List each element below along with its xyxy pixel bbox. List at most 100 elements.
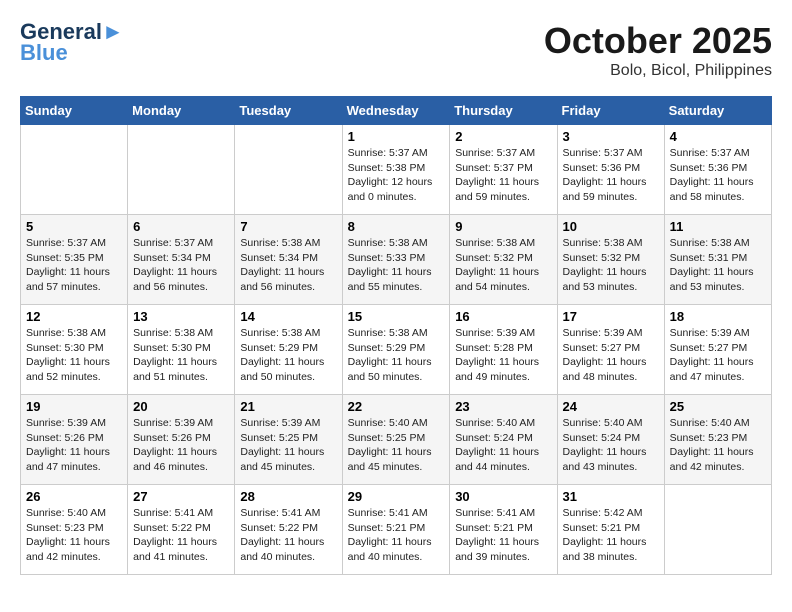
day-number: 12 bbox=[26, 309, 122, 324]
logo: General► Blue bbox=[20, 20, 124, 66]
day-info: Sunrise: 5:38 AMSunset: 5:34 PMDaylight:… bbox=[240, 236, 336, 295]
day-info: Sunrise: 5:39 AMSunset: 5:27 PMDaylight:… bbox=[563, 326, 659, 385]
calendar-cell: 29 Sunrise: 5:41 AMSunset: 5:21 PMDaylig… bbox=[342, 485, 450, 575]
calendar-cell: 10 Sunrise: 5:38 AMSunset: 5:32 PMDaylig… bbox=[557, 215, 664, 305]
calendar-cell: 18 Sunrise: 5:39 AMSunset: 5:27 PMDaylig… bbox=[664, 305, 771, 395]
day-info: Sunrise: 5:38 AMSunset: 5:30 PMDaylight:… bbox=[133, 326, 229, 385]
calendar-cell: 20 Sunrise: 5:39 AMSunset: 5:26 PMDaylig… bbox=[128, 395, 235, 485]
day-number: 20 bbox=[133, 399, 229, 414]
calendar-cell bbox=[235, 125, 342, 215]
calendar-cell: 12 Sunrise: 5:38 AMSunset: 5:30 PMDaylig… bbox=[21, 305, 128, 395]
day-info: Sunrise: 5:40 AMSunset: 5:24 PMDaylight:… bbox=[563, 416, 659, 475]
calendar-cell bbox=[128, 125, 235, 215]
weekday-header-row: SundayMondayTuesdayWednesdayThursdayFrid… bbox=[21, 97, 772, 125]
day-info: Sunrise: 5:38 AMSunset: 5:32 PMDaylight:… bbox=[563, 236, 659, 295]
calendar-cell: 3 Sunrise: 5:37 AMSunset: 5:36 PMDayligh… bbox=[557, 125, 664, 215]
day-number: 29 bbox=[348, 489, 445, 504]
calendar-week-row: 26 Sunrise: 5:40 AMSunset: 5:23 PMDaylig… bbox=[21, 485, 772, 575]
day-info: Sunrise: 5:39 AMSunset: 5:25 PMDaylight:… bbox=[240, 416, 336, 475]
day-number: 1 bbox=[348, 129, 445, 144]
day-number: 7 bbox=[240, 219, 336, 234]
day-number: 10 bbox=[563, 219, 659, 234]
day-number: 2 bbox=[455, 129, 551, 144]
calendar-cell: 13 Sunrise: 5:38 AMSunset: 5:30 PMDaylig… bbox=[128, 305, 235, 395]
calendar-cell bbox=[664, 485, 771, 575]
day-number: 14 bbox=[240, 309, 336, 324]
calendar-cell: 17 Sunrise: 5:39 AMSunset: 5:27 PMDaylig… bbox=[557, 305, 664, 395]
calendar-cell: 28 Sunrise: 5:41 AMSunset: 5:22 PMDaylig… bbox=[235, 485, 342, 575]
calendar-cell: 24 Sunrise: 5:40 AMSunset: 5:24 PMDaylig… bbox=[557, 395, 664, 485]
calendar-week-row: 5 Sunrise: 5:37 AMSunset: 5:35 PMDayligh… bbox=[21, 215, 772, 305]
weekday-header: Monday bbox=[128, 97, 235, 125]
calendar-cell: 4 Sunrise: 5:37 AMSunset: 5:36 PMDayligh… bbox=[664, 125, 771, 215]
calendar-cell: 19 Sunrise: 5:39 AMSunset: 5:26 PMDaylig… bbox=[21, 395, 128, 485]
calendar-cell: 27 Sunrise: 5:41 AMSunset: 5:22 PMDaylig… bbox=[128, 485, 235, 575]
day-info: Sunrise: 5:39 AMSunset: 5:27 PMDaylight:… bbox=[670, 326, 766, 385]
day-info: Sunrise: 5:40 AMSunset: 5:23 PMDaylight:… bbox=[670, 416, 766, 475]
day-info: Sunrise: 5:37 AMSunset: 5:34 PMDaylight:… bbox=[133, 236, 229, 295]
calendar-cell: 23 Sunrise: 5:40 AMSunset: 5:24 PMDaylig… bbox=[450, 395, 557, 485]
weekday-header: Friday bbox=[557, 97, 664, 125]
day-number: 6 bbox=[133, 219, 229, 234]
calendar-cell: 1 Sunrise: 5:37 AMSunset: 5:38 PMDayligh… bbox=[342, 125, 450, 215]
calendar-cell: 6 Sunrise: 5:37 AMSunset: 5:34 PMDayligh… bbox=[128, 215, 235, 305]
day-number: 9 bbox=[455, 219, 551, 234]
calendar-cell: 9 Sunrise: 5:38 AMSunset: 5:32 PMDayligh… bbox=[450, 215, 557, 305]
calendar-cell: 2 Sunrise: 5:37 AMSunset: 5:37 PMDayligh… bbox=[450, 125, 557, 215]
day-info: Sunrise: 5:37 AMSunset: 5:38 PMDaylight:… bbox=[348, 146, 445, 205]
day-info: Sunrise: 5:41 AMSunset: 5:22 PMDaylight:… bbox=[240, 506, 336, 565]
weekday-header: Thursday bbox=[450, 97, 557, 125]
calendar-cell: 31 Sunrise: 5:42 AMSunset: 5:21 PMDaylig… bbox=[557, 485, 664, 575]
day-number: 11 bbox=[670, 219, 766, 234]
calendar-cell: 26 Sunrise: 5:40 AMSunset: 5:23 PMDaylig… bbox=[21, 485, 128, 575]
calendar-cell: 5 Sunrise: 5:37 AMSunset: 5:35 PMDayligh… bbox=[21, 215, 128, 305]
day-info: Sunrise: 5:41 AMSunset: 5:22 PMDaylight:… bbox=[133, 506, 229, 565]
day-info: Sunrise: 5:37 AMSunset: 5:37 PMDaylight:… bbox=[455, 146, 551, 205]
day-info: Sunrise: 5:41 AMSunset: 5:21 PMDaylight:… bbox=[455, 506, 551, 565]
day-info: Sunrise: 5:41 AMSunset: 5:21 PMDaylight:… bbox=[348, 506, 445, 565]
title-block: October 2025 Bolo, Bicol, Philippines bbox=[544, 20, 772, 80]
day-number: 3 bbox=[563, 129, 659, 144]
month-title: October 2025 bbox=[544, 20, 772, 62]
weekday-header: Wednesday bbox=[342, 97, 450, 125]
day-number: 18 bbox=[670, 309, 766, 324]
day-number: 23 bbox=[455, 399, 551, 414]
day-info: Sunrise: 5:38 AMSunset: 5:29 PMDaylight:… bbox=[348, 326, 445, 385]
day-number: 13 bbox=[133, 309, 229, 324]
day-info: Sunrise: 5:38 AMSunset: 5:30 PMDaylight:… bbox=[26, 326, 122, 385]
day-number: 16 bbox=[455, 309, 551, 324]
day-number: 24 bbox=[563, 399, 659, 414]
day-number: 19 bbox=[26, 399, 122, 414]
day-info: Sunrise: 5:38 AMSunset: 5:29 PMDaylight:… bbox=[240, 326, 336, 385]
weekday-header: Sunday bbox=[21, 97, 128, 125]
day-number: 25 bbox=[670, 399, 766, 414]
day-number: 21 bbox=[240, 399, 336, 414]
day-info: Sunrise: 5:40 AMSunset: 5:24 PMDaylight:… bbox=[455, 416, 551, 475]
day-info: Sunrise: 5:37 AMSunset: 5:36 PMDaylight:… bbox=[670, 146, 766, 205]
calendar-cell: 25 Sunrise: 5:40 AMSunset: 5:23 PMDaylig… bbox=[664, 395, 771, 485]
day-info: Sunrise: 5:39 AMSunset: 5:26 PMDaylight:… bbox=[133, 416, 229, 475]
day-number: 4 bbox=[670, 129, 766, 144]
calendar-cell: 14 Sunrise: 5:38 AMSunset: 5:29 PMDaylig… bbox=[235, 305, 342, 395]
calendar-cell: 8 Sunrise: 5:38 AMSunset: 5:33 PMDayligh… bbox=[342, 215, 450, 305]
calendar-cell: 30 Sunrise: 5:41 AMSunset: 5:21 PMDaylig… bbox=[450, 485, 557, 575]
day-number: 30 bbox=[455, 489, 551, 504]
calendar-cell: 15 Sunrise: 5:38 AMSunset: 5:29 PMDaylig… bbox=[342, 305, 450, 395]
day-info: Sunrise: 5:39 AMSunset: 5:28 PMDaylight:… bbox=[455, 326, 551, 385]
day-info: Sunrise: 5:37 AMSunset: 5:36 PMDaylight:… bbox=[563, 146, 659, 205]
calendar-cell bbox=[21, 125, 128, 215]
day-info: Sunrise: 5:40 AMSunset: 5:23 PMDaylight:… bbox=[26, 506, 122, 565]
calendar-cell: 7 Sunrise: 5:38 AMSunset: 5:34 PMDayligh… bbox=[235, 215, 342, 305]
day-number: 22 bbox=[348, 399, 445, 414]
day-number: 28 bbox=[240, 489, 336, 504]
day-number: 31 bbox=[563, 489, 659, 504]
weekday-header: Saturday bbox=[664, 97, 771, 125]
day-number: 5 bbox=[26, 219, 122, 234]
location: Bolo, Bicol, Philippines bbox=[544, 62, 772, 80]
day-number: 15 bbox=[348, 309, 445, 324]
day-info: Sunrise: 5:37 AMSunset: 5:35 PMDaylight:… bbox=[26, 236, 122, 295]
calendar-week-row: 1 Sunrise: 5:37 AMSunset: 5:38 PMDayligh… bbox=[21, 125, 772, 215]
calendar-week-row: 12 Sunrise: 5:38 AMSunset: 5:30 PMDaylig… bbox=[21, 305, 772, 395]
calendar-cell: 21 Sunrise: 5:39 AMSunset: 5:25 PMDaylig… bbox=[235, 395, 342, 485]
day-number: 8 bbox=[348, 219, 445, 234]
